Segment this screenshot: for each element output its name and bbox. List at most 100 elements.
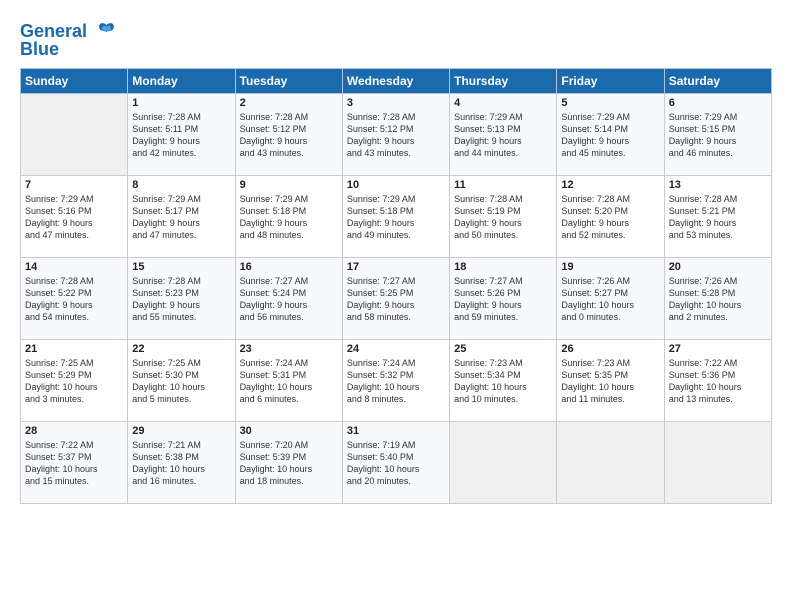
calendar-cell: 6 Sunrise: 7:29 AM Sunset: 5:15 PM Daylig… — [664, 93, 771, 175]
calendar-cell: 26 Sunrise: 7:23 AM Sunset: 5:35 PM Dayli… — [557, 339, 664, 421]
logo: General Blue — [20, 18, 117, 60]
cell-info: Sunrise: 7:22 AM Sunset: 5:37 PM Dayligh… — [25, 439, 123, 488]
calendar-cell — [450, 421, 557, 503]
day-number: 31 — [347, 425, 445, 437]
day-number: 13 — [669, 179, 767, 191]
day-number: 28 — [25, 425, 123, 437]
cell-info: Sunrise: 7:19 AM Sunset: 5:40 PM Dayligh… — [347, 439, 445, 488]
cell-info: Sunrise: 7:25 AM Sunset: 5:30 PM Dayligh… — [132, 357, 230, 406]
calendar-cell: 31 Sunrise: 7:19 AM Sunset: 5:40 PM Dayli… — [342, 421, 449, 503]
calendar-cell: 11Sunrise: 7:28 AM Sunset: 5:19 PM Dayli… — [450, 175, 557, 257]
logo-bird-icon — [89, 18, 117, 46]
calendar-cell: 4Sunrise: 7:29 AM Sunset: 5:13 PM Daylig… — [450, 93, 557, 175]
day-number: 21 — [25, 343, 123, 355]
calendar-cell: 12Sunrise: 7:28 AM Sunset: 5:20 PM Dayli… — [557, 175, 664, 257]
col-header-friday: Friday — [557, 68, 664, 93]
cell-info: Sunrise: 7:27 AM Sunset: 5:26 PM Dayligh… — [454, 275, 552, 324]
calendar-cell: 8 Sunrise: 7:29 AM Sunset: 5:17 PM Daylig… — [128, 175, 235, 257]
calendar-cell: 19Sunrise: 7:26 AM Sunset: 5:27 PM Dayli… — [557, 257, 664, 339]
calendar-cell — [664, 421, 771, 503]
cell-info: Sunrise: 7:29 AM Sunset: 5:18 PM Dayligh… — [347, 193, 445, 242]
cell-info: Sunrise: 7:23 AM Sunset: 5:34 PM Dayligh… — [454, 357, 552, 406]
calendar-cell: 27Sunrise: 7:22 AM Sunset: 5:36 PM Dayli… — [664, 339, 771, 421]
calendar-cell: 25Sunrise: 7:23 AM Sunset: 5:34 PM Dayli… — [450, 339, 557, 421]
day-number: 9 — [240, 179, 338, 191]
cell-info: Sunrise: 7:28 AM Sunset: 5:12 PM Dayligh… — [240, 111, 338, 160]
calendar-week-row: 28 Sunrise: 7:22 AM Sunset: 5:37 PM Dayli… — [21, 421, 772, 503]
day-number: 16 — [240, 261, 338, 273]
calendar-cell: 13 Sunrise: 7:28 AM Sunset: 5:21 PM Dayli… — [664, 175, 771, 257]
calendar-cell: 3 Sunrise: 7:28 AM Sunset: 5:12 PM Daylig… — [342, 93, 449, 175]
cell-info: Sunrise: 7:24 AM Sunset: 5:32 PM Dayligh… — [347, 357, 445, 406]
calendar-cell: 2 Sunrise: 7:28 AM Sunset: 5:12 PM Daylig… — [235, 93, 342, 175]
col-header-saturday: Saturday — [664, 68, 771, 93]
calendar-cell: 17 Sunrise: 7:27 AM Sunset: 5:25 PM Dayli… — [342, 257, 449, 339]
calendar-header-row: SundayMondayTuesdayWednesdayThursdayFrid… — [21, 68, 772, 93]
day-number: 2 — [240, 97, 338, 109]
calendar-cell: 21 Sunrise: 7:25 AM Sunset: 5:29 PM Dayli… — [21, 339, 128, 421]
day-number: 30 — [240, 425, 338, 437]
col-header-sunday: Sunday — [21, 68, 128, 93]
day-number: 12 — [561, 179, 659, 191]
day-number: 15 — [132, 261, 230, 273]
day-number: 7 — [25, 179, 123, 191]
calendar-cell: 5 Sunrise: 7:29 AM Sunset: 5:14 PM Daylig… — [557, 93, 664, 175]
cell-info: Sunrise: 7:27 AM Sunset: 5:24 PM Dayligh… — [240, 275, 338, 324]
day-number: 29 — [132, 425, 230, 437]
day-number: 26 — [561, 343, 659, 355]
day-number: 3 — [347, 97, 445, 109]
day-number: 8 — [132, 179, 230, 191]
day-number: 5 — [561, 97, 659, 109]
cell-info: Sunrise: 7:21 AM Sunset: 5:38 PM Dayligh… — [132, 439, 230, 488]
calendar-cell: 30 Sunrise: 7:20 AM Sunset: 5:39 PM Dayli… — [235, 421, 342, 503]
cell-info: Sunrise: 7:29 AM Sunset: 5:14 PM Dayligh… — [561, 111, 659, 160]
calendar-week-row: 14Sunrise: 7:28 AM Sunset: 5:22 PM Dayli… — [21, 257, 772, 339]
cell-info: Sunrise: 7:20 AM Sunset: 5:39 PM Dayligh… — [240, 439, 338, 488]
cell-info: Sunrise: 7:29 AM Sunset: 5:17 PM Dayligh… — [132, 193, 230, 242]
page: General Blue SundayMondayTuesdayWednesda… — [0, 0, 792, 612]
cell-info: Sunrise: 7:27 AM Sunset: 5:25 PM Dayligh… — [347, 275, 445, 324]
calendar-cell: 9 Sunrise: 7:29 AM Sunset: 5:18 PM Daylig… — [235, 175, 342, 257]
calendar-cell: 22 Sunrise: 7:25 AM Sunset: 5:30 PM Dayli… — [128, 339, 235, 421]
cell-info: Sunrise: 7:28 AM Sunset: 5:21 PM Dayligh… — [669, 193, 767, 242]
cell-info: Sunrise: 7:22 AM Sunset: 5:36 PM Dayligh… — [669, 357, 767, 406]
calendar-cell: 16 Sunrise: 7:27 AM Sunset: 5:24 PM Dayli… — [235, 257, 342, 339]
calendar-week-row: 1 Sunrise: 7:28 AM Sunset: 5:11 PM Daylig… — [21, 93, 772, 175]
day-number: 24 — [347, 343, 445, 355]
day-number: 22 — [132, 343, 230, 355]
calendar-cell: 29 Sunrise: 7:21 AM Sunset: 5:38 PM Dayli… — [128, 421, 235, 503]
cell-info: Sunrise: 7:28 AM Sunset: 5:23 PM Dayligh… — [132, 275, 230, 324]
cell-info: Sunrise: 7:29 AM Sunset: 5:18 PM Dayligh… — [240, 193, 338, 242]
cell-info: Sunrise: 7:25 AM Sunset: 5:29 PM Dayligh… — [25, 357, 123, 406]
cell-info: Sunrise: 7:29 AM Sunset: 5:16 PM Dayligh… — [25, 193, 123, 242]
calendar-cell: 15 Sunrise: 7:28 AM Sunset: 5:23 PM Dayli… — [128, 257, 235, 339]
day-number: 20 — [669, 261, 767, 273]
col-header-wednesday: Wednesday — [342, 68, 449, 93]
cell-info: Sunrise: 7:29 AM Sunset: 5:15 PM Dayligh… — [669, 111, 767, 160]
calendar-cell: 24 Sunrise: 7:24 AM Sunset: 5:32 PM Dayli… — [342, 339, 449, 421]
day-number: 10 — [347, 179, 445, 191]
cell-info: Sunrise: 7:24 AM Sunset: 5:31 PM Dayligh… — [240, 357, 338, 406]
calendar-cell: 23Sunrise: 7:24 AM Sunset: 5:31 PM Dayli… — [235, 339, 342, 421]
calendar-table: SundayMondayTuesdayWednesdayThursdayFrid… — [20, 68, 772, 504]
calendar-cell — [21, 93, 128, 175]
day-number: 18 — [454, 261, 552, 273]
day-number: 17 — [347, 261, 445, 273]
cell-info: Sunrise: 7:29 AM Sunset: 5:13 PM Dayligh… — [454, 111, 552, 160]
day-number: 14 — [25, 261, 123, 273]
calendar-week-row: 21 Sunrise: 7:25 AM Sunset: 5:29 PM Dayli… — [21, 339, 772, 421]
cell-info: Sunrise: 7:28 AM Sunset: 5:19 PM Dayligh… — [454, 193, 552, 242]
logo-blue-text: Blue — [20, 40, 59, 60]
calendar-cell: 28 Sunrise: 7:22 AM Sunset: 5:37 PM Dayli… — [21, 421, 128, 503]
col-header-thursday: Thursday — [450, 68, 557, 93]
day-number: 6 — [669, 97, 767, 109]
calendar-cell: 10 Sunrise: 7:29 AM Sunset: 5:18 PM Dayli… — [342, 175, 449, 257]
cell-info: Sunrise: 7:28 AM Sunset: 5:12 PM Dayligh… — [347, 111, 445, 160]
cell-info: Sunrise: 7:23 AM Sunset: 5:35 PM Dayligh… — [561, 357, 659, 406]
cell-info: Sunrise: 7:28 AM Sunset: 5:11 PM Dayligh… — [132, 111, 230, 160]
calendar-cell: 7 Sunrise: 7:29 AM Sunset: 5:16 PM Daylig… — [21, 175, 128, 257]
col-header-monday: Monday — [128, 68, 235, 93]
cell-info: Sunrise: 7:26 AM Sunset: 5:28 PM Dayligh… — [669, 275, 767, 324]
day-number: 1 — [132, 97, 230, 109]
day-number: 19 — [561, 261, 659, 273]
